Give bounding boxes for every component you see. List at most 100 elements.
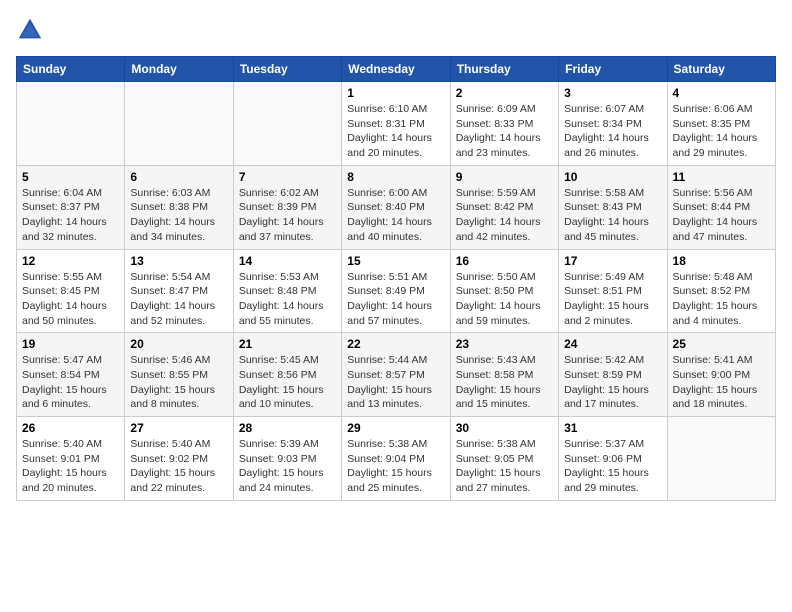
day-number: 10: [564, 170, 661, 184]
calendar-cell: 13 Sunrise: 5:54 AM Sunset: 8:47 PM Dayli…: [125, 249, 233, 333]
week-row-5: 26 Sunrise: 5:40 AM Sunset: 9:01 PM Dayli…: [17, 417, 776, 501]
day-info: Sunrise: 5:48 AM Sunset: 8:52 PM Dayligh…: [673, 270, 770, 329]
calendar-cell: 16 Sunrise: 5:50 AM Sunset: 8:50 PM Dayli…: [450, 249, 558, 333]
day-number: 19: [22, 337, 119, 351]
day-number: 2: [456, 86, 553, 100]
day-info: Sunrise: 5:46 AM Sunset: 8:55 PM Dayligh…: [130, 353, 227, 412]
calendar-cell: 30 Sunrise: 5:38 AM Sunset: 9:05 PM Dayli…: [450, 417, 558, 501]
calendar-cell: 7 Sunrise: 6:02 AM Sunset: 8:39 PM Daylig…: [233, 165, 341, 249]
day-info: Sunrise: 5:38 AM Sunset: 9:04 PM Dayligh…: [347, 437, 444, 496]
day-number: 17: [564, 254, 661, 268]
day-number: 25: [673, 337, 770, 351]
calendar-cell: 24 Sunrise: 5:42 AM Sunset: 8:59 PM Dayli…: [559, 333, 667, 417]
day-number: 26: [22, 421, 119, 435]
day-info: Sunrise: 6:02 AM Sunset: 8:39 PM Dayligh…: [239, 186, 336, 245]
day-number: 4: [673, 86, 770, 100]
day-number: 23: [456, 337, 553, 351]
calendar-cell: 10 Sunrise: 5:58 AM Sunset: 8:43 PM Dayli…: [559, 165, 667, 249]
calendar-cell: 11Sunrise: 5:56 AM Sunset: 8:44 PM Dayli…: [667, 165, 775, 249]
day-number: 9: [456, 170, 553, 184]
day-number: 16: [456, 254, 553, 268]
day-info: Sunrise: 5:50 AM Sunset: 8:50 PM Dayligh…: [456, 270, 553, 329]
week-row-1: 1 Sunrise: 6:10 AM Sunset: 8:31 PM Daylig…: [17, 82, 776, 166]
page-header: [16, 16, 776, 44]
weekday-header-monday: Monday: [125, 57, 233, 82]
calendar-cell: [233, 82, 341, 166]
day-info: Sunrise: 5:43 AM Sunset: 8:58 PM Dayligh…: [456, 353, 553, 412]
logo-icon: [16, 16, 44, 44]
day-info: Sunrise: 5:42 AM Sunset: 8:59 PM Dayligh…: [564, 353, 661, 412]
day-info: Sunrise: 6:00 AM Sunset: 8:40 PM Dayligh…: [347, 186, 444, 245]
day-number: 28: [239, 421, 336, 435]
day-info: Sunrise: 6:03 AM Sunset: 8:38 PM Dayligh…: [130, 186, 227, 245]
day-info: Sunrise: 5:39 AM Sunset: 9:03 PM Dayligh…: [239, 437, 336, 496]
weekday-header-thursday: Thursday: [450, 57, 558, 82]
calendar-cell: 31 Sunrise: 5:37 AM Sunset: 9:06 PM Dayli…: [559, 417, 667, 501]
day-info: Sunrise: 5:53 AM Sunset: 8:48 PM Dayligh…: [239, 270, 336, 329]
day-info: Sunrise: 6:07 AM Sunset: 8:34 PM Dayligh…: [564, 102, 661, 161]
day-number: 5: [22, 170, 119, 184]
day-info: Sunrise: 5:45 AM Sunset: 8:56 PM Dayligh…: [239, 353, 336, 412]
calendar-cell: 19Sunrise: 5:47 AM Sunset: 8:54 PM Dayli…: [17, 333, 125, 417]
calendar-cell: 8Sunrise: 6:00 AM Sunset: 8:40 PM Daylig…: [342, 165, 450, 249]
calendar-cell: 15 Sunrise: 5:51 AM Sunset: 8:49 PM Dayli…: [342, 249, 450, 333]
calendar-cell: 17 Sunrise: 5:49 AM Sunset: 8:51 PM Dayli…: [559, 249, 667, 333]
day-info: Sunrise: 5:54 AM Sunset: 8:47 PM Dayligh…: [130, 270, 227, 329]
day-info: Sunrise: 5:41 AM Sunset: 9:00 PM Dayligh…: [673, 353, 770, 412]
day-number: 14: [239, 254, 336, 268]
day-number: 30: [456, 421, 553, 435]
day-number: 27: [130, 421, 227, 435]
day-info: Sunrise: 5:37 AM Sunset: 9:06 PM Dayligh…: [564, 437, 661, 496]
calendar-cell: 2 Sunrise: 6:09 AM Sunset: 8:33 PM Daylig…: [450, 82, 558, 166]
day-number: 12: [22, 254, 119, 268]
day-number: 13: [130, 254, 227, 268]
day-info: Sunrise: 5:56 AM Sunset: 8:44 PM Dayligh…: [673, 186, 770, 245]
day-number: 31: [564, 421, 661, 435]
calendar-cell: 18 Sunrise: 5:48 AM Sunset: 8:52 PM Dayli…: [667, 249, 775, 333]
week-row-2: 5Sunrise: 6:04 AM Sunset: 8:37 PM Daylig…: [17, 165, 776, 249]
calendar-cell: 4 Sunrise: 6:06 AM Sunset: 8:35 PM Daylig…: [667, 82, 775, 166]
week-row-3: 12 Sunrise: 5:55 AM Sunset: 8:45 PM Dayli…: [17, 249, 776, 333]
day-info: Sunrise: 5:49 AM Sunset: 8:51 PM Dayligh…: [564, 270, 661, 329]
calendar-cell: 5Sunrise: 6:04 AM Sunset: 8:37 PM Daylig…: [17, 165, 125, 249]
day-number: 1: [347, 86, 444, 100]
day-info: Sunrise: 5:55 AM Sunset: 8:45 PM Dayligh…: [22, 270, 119, 329]
day-number: 7: [239, 170, 336, 184]
day-number: 20: [130, 337, 227, 351]
calendar-cell: 12 Sunrise: 5:55 AM Sunset: 8:45 PM Dayli…: [17, 249, 125, 333]
day-info: Sunrise: 5:59 AM Sunset: 8:42 PM Dayligh…: [456, 186, 553, 245]
day-info: Sunrise: 6:09 AM Sunset: 8:33 PM Dayligh…: [456, 102, 553, 161]
weekday-header-row: SundayMondayTuesdayWednesdayThursdayFrid…: [17, 57, 776, 82]
calendar-cell: 23 Sunrise: 5:43 AM Sunset: 8:58 PM Dayli…: [450, 333, 558, 417]
calendar-cell: 6 Sunrise: 6:03 AM Sunset: 8:38 PM Daylig…: [125, 165, 233, 249]
day-number: 22: [347, 337, 444, 351]
day-info: Sunrise: 5:51 AM Sunset: 8:49 PM Dayligh…: [347, 270, 444, 329]
weekday-header-tuesday: Tuesday: [233, 57, 341, 82]
week-row-4: 19Sunrise: 5:47 AM Sunset: 8:54 PM Dayli…: [17, 333, 776, 417]
calendar-cell: [125, 82, 233, 166]
day-number: 15: [347, 254, 444, 268]
day-number: 3: [564, 86, 661, 100]
day-number: 18: [673, 254, 770, 268]
weekday-header-saturday: Saturday: [667, 57, 775, 82]
day-number: 6: [130, 170, 227, 184]
calendar-cell: 27 Sunrise: 5:40 AM Sunset: 9:02 PM Dayli…: [125, 417, 233, 501]
day-info: Sunrise: 5:40 AM Sunset: 9:01 PM Dayligh…: [22, 437, 119, 496]
day-info: Sunrise: 6:06 AM Sunset: 8:35 PM Dayligh…: [673, 102, 770, 161]
calendar-cell: 9 Sunrise: 5:59 AM Sunset: 8:42 PM Daylig…: [450, 165, 558, 249]
day-number: 24: [564, 337, 661, 351]
calendar-cell: 25 Sunrise: 5:41 AM Sunset: 9:00 PM Dayli…: [667, 333, 775, 417]
calendar-cell: 22Sunrise: 5:44 AM Sunset: 8:57 PM Dayli…: [342, 333, 450, 417]
calendar-cell: [17, 82, 125, 166]
calendar-cell: 26 Sunrise: 5:40 AM Sunset: 9:01 PM Dayli…: [17, 417, 125, 501]
day-info: Sunrise: 5:40 AM Sunset: 9:02 PM Dayligh…: [130, 437, 227, 496]
calendar-cell: 3 Sunrise: 6:07 AM Sunset: 8:34 PM Daylig…: [559, 82, 667, 166]
day-info: Sunrise: 5:38 AM Sunset: 9:05 PM Dayligh…: [456, 437, 553, 496]
day-info: Sunrise: 5:58 AM Sunset: 8:43 PM Dayligh…: [564, 186, 661, 245]
calendar-cell: 14 Sunrise: 5:53 AM Sunset: 8:48 PM Dayli…: [233, 249, 341, 333]
day-info: Sunrise: 6:10 AM Sunset: 8:31 PM Dayligh…: [347, 102, 444, 161]
calendar-cell: 20 Sunrise: 5:46 AM Sunset: 8:55 PM Dayli…: [125, 333, 233, 417]
weekday-header-friday: Friday: [559, 57, 667, 82]
logo: [16, 16, 48, 44]
calendar-cell: [667, 417, 775, 501]
